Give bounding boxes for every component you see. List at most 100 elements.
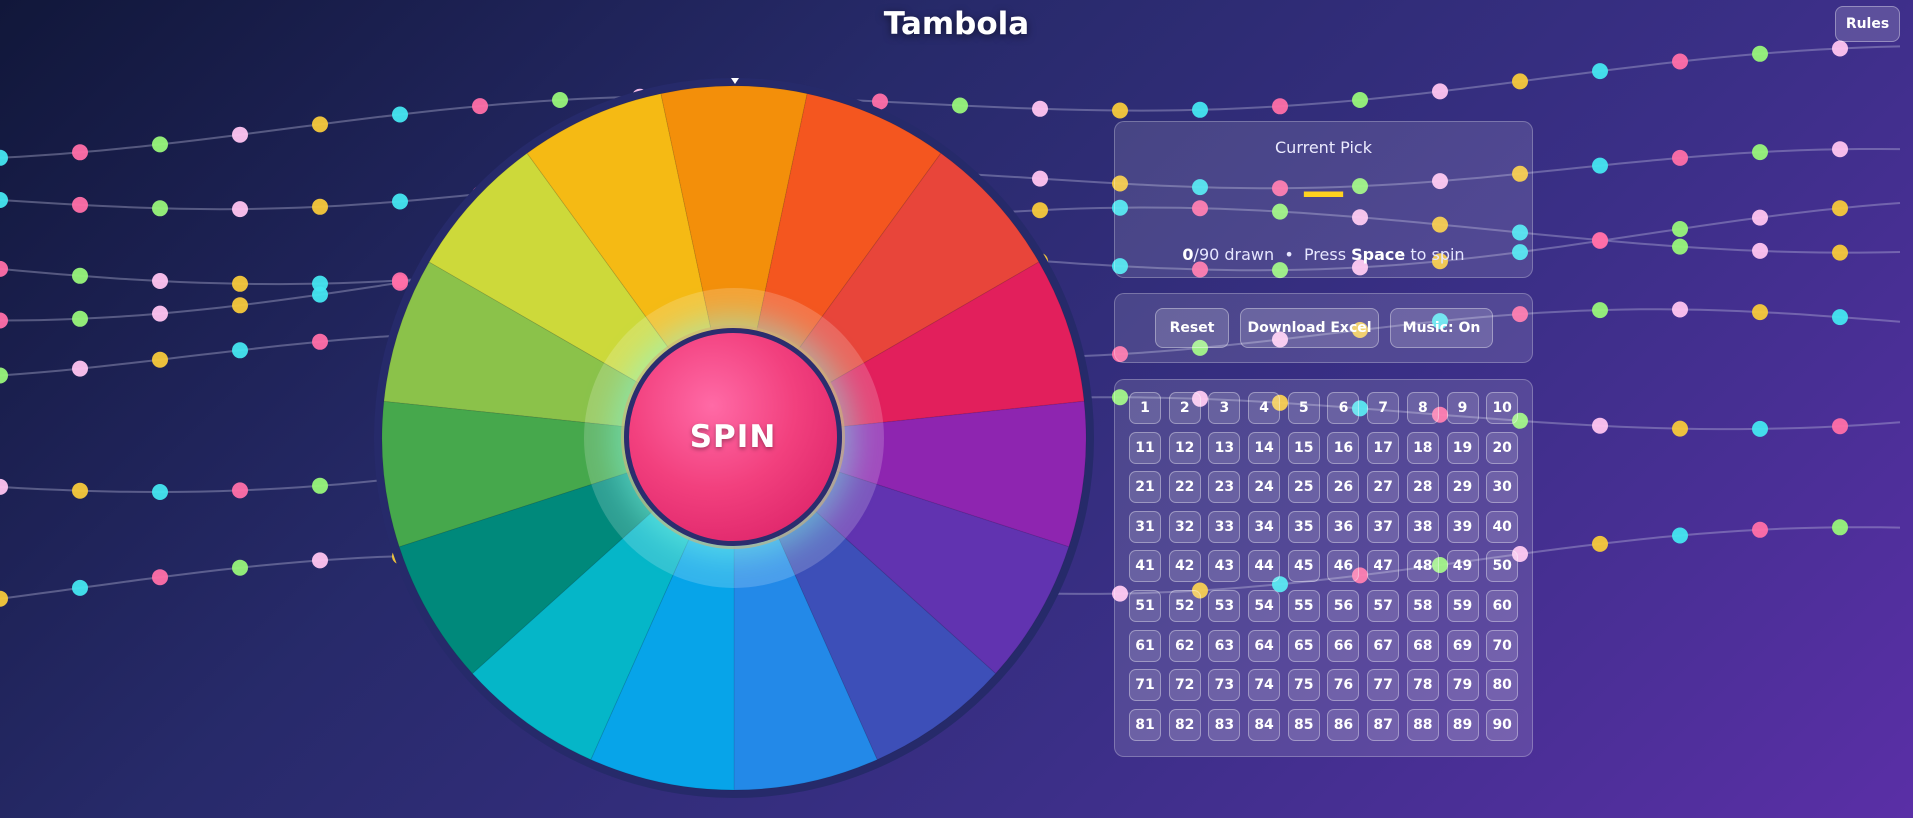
number-cell: 21 bbox=[1129, 471, 1161, 504]
light-bulb-icon bbox=[232, 201, 248, 218]
light-bulb-icon bbox=[72, 579, 88, 596]
light-bulb-icon bbox=[72, 144, 88, 161]
number-cell: 10 bbox=[1486, 392, 1519, 424]
number-cell: 7 bbox=[1367, 392, 1400, 424]
light-bulb-icon bbox=[72, 310, 88, 327]
number-cell: 30 bbox=[1486, 471, 1519, 504]
drawn-total: /90 drawn bbox=[1193, 245, 1275, 264]
number-cell: 25 bbox=[1287, 471, 1320, 504]
number-cell: 40 bbox=[1486, 510, 1519, 543]
number-cell: 73 bbox=[1208, 669, 1241, 702]
number-board-panel: 1 2 3 4 5 6 7 8 9 10 11 12 13 14 15 16 17 18 19 20 21 22 23 24 2… bbox=[1114, 379, 1533, 757]
number-cell: 77 bbox=[1367, 669, 1400, 702]
number-cell: 3 bbox=[1208, 392, 1241, 424]
light-bulb-icon bbox=[1672, 221, 1688, 237]
light-bulb-icon bbox=[1832, 200, 1848, 217]
number-cell: 36 bbox=[1327, 510, 1360, 543]
light-bulb-icon bbox=[1672, 238, 1688, 255]
number-cell: 49 bbox=[1446, 550, 1479, 583]
number-cell: 59 bbox=[1446, 589, 1479, 622]
light-bulb-icon bbox=[1752, 242, 1768, 259]
number-cell: 83 bbox=[1208, 708, 1241, 741]
light-bulb-icon bbox=[1592, 63, 1608, 80]
number-cell: 56 bbox=[1327, 589, 1360, 622]
number-cell: 57 bbox=[1367, 589, 1400, 622]
number-cell: 24 bbox=[1248, 471, 1281, 504]
light-bulb-icon bbox=[232, 275, 248, 292]
number-cell: 88 bbox=[1406, 708, 1439, 741]
light-bulb-icon bbox=[1752, 45, 1768, 62]
number-cell: 42 bbox=[1168, 550, 1201, 583]
number-cell: 20 bbox=[1486, 431, 1519, 464]
light-bulb-icon bbox=[0, 260, 8, 277]
number-cell: 29 bbox=[1446, 471, 1479, 504]
light-bulb-icon bbox=[1832, 141, 1848, 158]
light-bulb-icon bbox=[152, 484, 168, 500]
number-cell: 61 bbox=[1129, 629, 1161, 662]
number-cell: 64 bbox=[1248, 629, 1281, 662]
number-cell: 18 bbox=[1406, 431, 1439, 464]
light-bulb-icon bbox=[1832, 418, 1848, 435]
light-bulb-icon bbox=[232, 126, 248, 143]
number-cell: 35 bbox=[1287, 510, 1320, 543]
number-board: 1 2 3 4 5 6 7 8 9 10 11 12 13 14 15 16 17 18 19 20 21 22 23 24 2… bbox=[1129, 392, 1519, 741]
number-cell: 46 bbox=[1327, 550, 1360, 583]
rules-button[interactable]: Rules bbox=[1835, 6, 1900, 42]
number-cell: 82 bbox=[1168, 708, 1201, 741]
music-toggle-button[interactable]: Music: On bbox=[1390, 308, 1493, 348]
light-bulb-icon bbox=[312, 333, 328, 350]
current-pick-value: — bbox=[1301, 166, 1346, 217]
light-bulb-icon bbox=[312, 116, 328, 133]
light-bulb-icon bbox=[1832, 40, 1848, 57]
light-bulb-icon bbox=[0, 312, 8, 329]
number-cell: 16 bbox=[1327, 431, 1360, 464]
number-cell: 17 bbox=[1367, 431, 1400, 464]
light-bulb-icon bbox=[1352, 92, 1368, 108]
light-bulb-icon bbox=[1112, 102, 1128, 119]
number-cell: 39 bbox=[1446, 510, 1479, 543]
number-cell: 68 bbox=[1406, 629, 1439, 662]
light-bulb-icon bbox=[1672, 527, 1688, 544]
number-cell: 34 bbox=[1248, 510, 1281, 543]
number-cell: 84 bbox=[1248, 708, 1281, 741]
light-bulb-icon bbox=[312, 275, 328, 292]
light-bulb-icon bbox=[1192, 101, 1208, 118]
number-cell: 71 bbox=[1129, 669, 1161, 702]
download-excel-button[interactable]: Download Excel bbox=[1240, 308, 1379, 348]
number-cell: 2 bbox=[1168, 392, 1201, 424]
light-bulb-icon bbox=[152, 273, 168, 289]
number-cell: 31 bbox=[1129, 510, 1161, 543]
status-separator: • bbox=[1284, 245, 1294, 264]
light-bulb-icon bbox=[1752, 420, 1768, 437]
spin-button[interactable]: SPIN bbox=[624, 328, 842, 546]
light-bulb-icon bbox=[1672, 149, 1688, 166]
number-cell: 45 bbox=[1287, 550, 1320, 583]
light-bulb-icon bbox=[312, 552, 328, 569]
number-cell: 50 bbox=[1486, 550, 1519, 583]
number-cell: 33 bbox=[1208, 510, 1241, 543]
number-cell: 78 bbox=[1406, 669, 1439, 702]
number-cell: 76 bbox=[1327, 669, 1360, 702]
number-cell: 6 bbox=[1327, 392, 1360, 424]
number-cell: 15 bbox=[1287, 431, 1320, 464]
light-bulb-icon bbox=[1752, 144, 1768, 161]
number-cell: 79 bbox=[1446, 669, 1479, 702]
number-cell: 37 bbox=[1367, 510, 1400, 543]
number-cell: 52 bbox=[1168, 589, 1201, 622]
number-cell: 60 bbox=[1486, 589, 1519, 622]
controls-panel: Reset Download Excel Music: On bbox=[1114, 293, 1533, 363]
space-key-hint: Space bbox=[1351, 245, 1406, 264]
light-bulb-icon bbox=[72, 482, 88, 499]
number-cell: 27 bbox=[1367, 471, 1400, 504]
light-bulb-icon bbox=[72, 360, 88, 377]
number-cell: 53 bbox=[1208, 589, 1241, 622]
number-cell: 65 bbox=[1287, 629, 1320, 662]
reset-button[interactable]: Reset bbox=[1155, 308, 1229, 348]
number-cell: 86 bbox=[1327, 708, 1360, 741]
number-cell: 47 bbox=[1367, 550, 1400, 583]
number-cell: 72 bbox=[1168, 669, 1201, 702]
light-bulb-icon bbox=[72, 196, 88, 213]
number-cell: 28 bbox=[1406, 471, 1439, 504]
light-bulb-icon bbox=[152, 305, 168, 322]
number-cell: 66 bbox=[1327, 629, 1360, 662]
